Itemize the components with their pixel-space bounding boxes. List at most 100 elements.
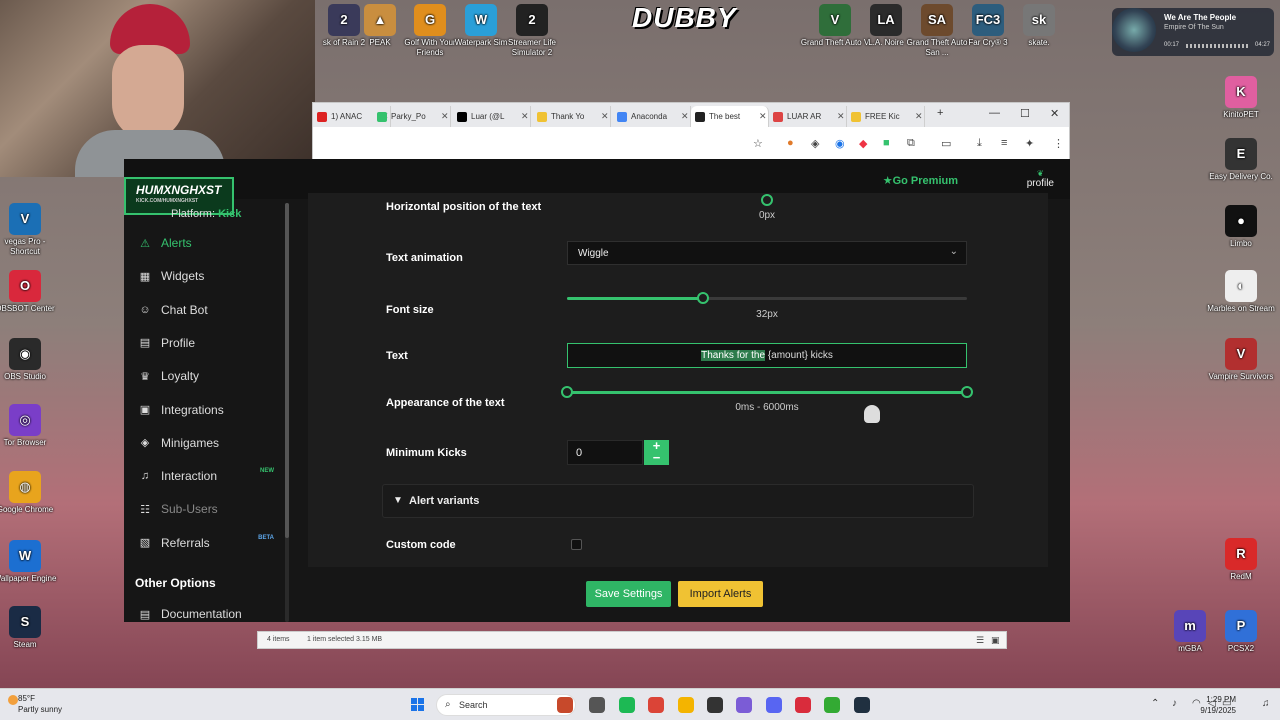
desktop-icon[interactable]: sk skate.: [1003, 4, 1075, 48]
tab-close-icon[interactable]: ✕: [759, 111, 767, 122]
save-settings-button[interactable]: Save Settings: [586, 581, 671, 607]
browser-tab[interactable]: LUAR AR ✕: [769, 106, 847, 127]
chevron-up-icon[interactable]: ⌃: [1151, 698, 1159, 709]
taskbar-app-icon[interactable]: [557, 697, 573, 713]
desktop-icon[interactable]: E Easy Delivery Co.: [1205, 138, 1277, 182]
tab-close-icon[interactable]: ✕: [681, 111, 689, 122]
sidebar-item-widgets[interactable]: ▦ Widgets: [138, 266, 278, 286]
taskbar-app-icon[interactable]: [824, 697, 840, 713]
sidebar-item-sub-users[interactable]: ☷ Sub-Users: [138, 499, 278, 519]
taskbar-search[interactable]: ⌕ Search: [436, 694, 576, 716]
desktop-icon[interactable]: V Vampire Survivors: [1205, 338, 1277, 382]
taskbar-app-icon[interactable]: [766, 697, 782, 713]
desktop-icon[interactable]: ◎ Tor Browser: [0, 404, 61, 448]
maximize-button[interactable]: ☐: [1020, 107, 1030, 120]
clock[interactable]: 1:29 PM 9/19/2025: [1200, 694, 1236, 716]
alert-variants-toggle[interactable]: ▼ Alert variants: [382, 484, 974, 518]
tiles-view-icon[interactable]: ▣: [991, 635, 1000, 646]
appearance-min-knob[interactable]: [561, 386, 573, 398]
taskbar-app-icon[interactable]: [736, 697, 752, 713]
desktop-icon[interactable]: ● Limbo: [1205, 205, 1277, 249]
extension-icon[interactable]: ◉: [835, 137, 845, 150]
browser-tab[interactable]: The best ✕: [691, 106, 769, 127]
tab-favicon: [695, 111, 705, 122]
notification-bell-icon[interactable]: ♫: [1262, 698, 1270, 709]
desktop-icon[interactable]: ◍ Google Chrome: [0, 471, 61, 515]
desktop-icon[interactable]: ◐ Marbles on Stream: [1205, 270, 1277, 314]
scrollbar-thumb[interactable]: [285, 203, 289, 538]
sidebar-item-documentation[interactable]: ▤ Documentation: [138, 604, 278, 622]
desktop-icon[interactable]: K KinitoPET: [1205, 76, 1277, 120]
taskbar-app-icon[interactable]: [678, 697, 694, 713]
sidebar-item-integrations[interactable]: ▣ Integrations: [138, 400, 278, 420]
media-control-icon[interactable]: ≡: [1001, 137, 1007, 149]
windows-start-icon[interactable]: [411, 698, 425, 712]
desktop-icon[interactable]: Vvegas Pro - Shortcut: [0, 203, 61, 257]
minimum-kicks-input[interactable]: 0: [567, 440, 643, 465]
sidebar-item-interaction[interactable]: ♫ Interaction NEW: [138, 466, 278, 486]
media-widget[interactable]: We Are The People Empire Of The Sun 00:1…: [1112, 8, 1274, 56]
kick-extension-icon[interactable]: ■: [883, 137, 890, 149]
import-alerts-button[interactable]: Import Alerts: [678, 581, 763, 607]
download-icon[interactable]: ⤓: [977, 137, 982, 150]
browser-tab[interactable]: Thank Yo ✕: [533, 106, 611, 127]
browser-tab[interactable]: Luar (@L ✕: [453, 106, 531, 127]
browser-tab[interactable]: Anaconda ✕: [613, 106, 691, 127]
browser-tab[interactable]: FREE Kic ✕: [847, 106, 925, 127]
horizontal-position-knob[interactable]: [761, 194, 773, 206]
sidebar-item-loyalty[interactable]: ♛ Loyalty: [138, 366, 278, 386]
browser-tab[interactable]: Parky_Po ✕: [373, 106, 451, 127]
desktop-icon[interactable]: ◉ OBS Studio: [0, 338, 61, 382]
alert-text-input[interactable]: Thanks for the {amount} kicks: [567, 343, 967, 368]
weather-widget[interactable]: 85°F Partly sunny: [8, 693, 63, 715]
close-window-button[interactable]: ✕: [1050, 107, 1059, 120]
gemini-icon[interactable]: ✦: [1025, 137, 1034, 150]
desktop-icon[interactable]: S Steam: [0, 606, 61, 650]
sidebar-item-minigames[interactable]: ◈ Minigames: [138, 433, 278, 453]
microphone-icon[interactable]: ♪: [1172, 698, 1177, 709]
taskbar-app-icon[interactable]: [648, 697, 664, 713]
tab-close-icon[interactable]: ✕: [837, 111, 845, 122]
sidebar-item-label: Alerts: [161, 236, 192, 250]
tab-close-icon[interactable]: ✕: [521, 111, 529, 122]
minimize-button[interactable]: —: [989, 107, 1000, 119]
desktop-icon-label: Limbo: [1230, 239, 1252, 248]
tab-close-icon[interactable]: ✕: [441, 111, 449, 122]
desktop-icon[interactable]: P PCSX2: [1205, 610, 1277, 654]
menu-icon[interactable]: ⋮: [1053, 137, 1064, 150]
taskbar-app-icon[interactable]: [589, 697, 605, 713]
tab-close-icon[interactable]: ✕: [601, 111, 609, 122]
bookmark-star-icon[interactable]: ☆: [753, 137, 763, 150]
sidebar-item-chat-bot[interactable]: ☺ Chat Bot: [138, 300, 278, 320]
details-view-icon[interactable]: ☰: [976, 635, 984, 646]
desktop-icon[interactable]: R RedM: [1205, 538, 1277, 582]
sidebar-item-profile[interactable]: ▤ Profile: [138, 333, 278, 353]
new-tab-button[interactable]: +: [937, 107, 943, 119]
puzzle-icon[interactable]: ⧉: [907, 137, 915, 150]
desktop-icon[interactable]: W Wallpaper Engine: [0, 540, 61, 584]
profile-link[interactable]: ❦ profile: [1027, 169, 1054, 189]
font-size-knob[interactable]: [697, 292, 709, 304]
extension-icon[interactable]: ◈: [811, 137, 819, 150]
taskbar-app-icon[interactable]: [707, 697, 723, 713]
desktop-icon[interactable]: 2 Streamer Life Simulator 2: [496, 4, 568, 58]
taskbar-app-icon[interactable]: [619, 697, 635, 713]
custom-code-checkbox[interactable]: [571, 539, 582, 550]
decrement-icon[interactable]: −: [644, 451, 669, 464]
desktop-icon[interactable]: O OBSBOT Center: [0, 270, 61, 314]
weather-condition: Partly sunny: [18, 705, 63, 714]
sidebar-item-referrals[interactable]: ▧ Referrals BETA: [138, 533, 278, 553]
taskbar-app-icon[interactable]: [795, 697, 811, 713]
tab-close-icon[interactable]: ✕: [915, 111, 923, 122]
extension-icon[interactable]: ●: [787, 137, 794, 149]
sidebar-scrollbar[interactable]: [285, 203, 289, 622]
metamask-icon[interactable]: ◆: [859, 137, 867, 150]
text-animation-select[interactable]: Wiggle ⌄: [567, 241, 967, 265]
app-icon: FC3: [972, 4, 1004, 36]
taskbar-app-icon[interactable]: [854, 697, 870, 713]
quantity-stepper[interactable]: + −: [644, 439, 669, 465]
sidebar-item-alerts[interactable]: ⚠ Alerts: [138, 233, 278, 253]
go-premium-link[interactable]: ★Go Premium: [883, 174, 958, 187]
sidebar-icon[interactable]: ▭: [941, 137, 951, 150]
appearance-max-knob[interactable]: [961, 386, 973, 398]
